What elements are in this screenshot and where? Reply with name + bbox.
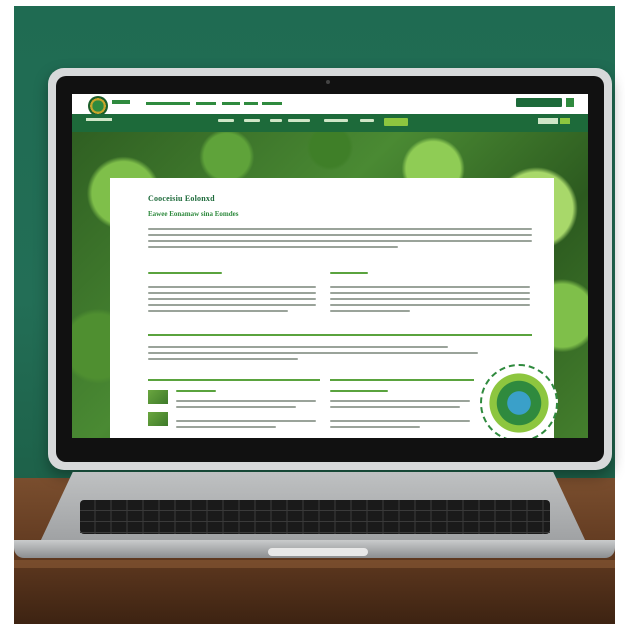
right-section-heading [330, 272, 368, 274]
webcam-icon [326, 80, 330, 84]
eco-badge-icon[interactable] [480, 364, 558, 438]
topbar-link-5[interactable] [262, 102, 282, 105]
intro-text-line [148, 352, 478, 354]
news-item-text [176, 426, 276, 428]
desk-edge [14, 560, 615, 568]
hero-title: Cooceisiu Eolonxd [148, 194, 215, 203]
laptop-opening-notch [268, 548, 368, 556]
hero-subtitle: Eawee Eonamaw sina Eomdes [148, 210, 239, 218]
right-col-text [330, 304, 530, 306]
intro-text-line [148, 346, 448, 348]
nav-cta-button[interactable] [384, 118, 408, 126]
left-col-text [148, 286, 316, 288]
news-item-title[interactable] [176, 390, 216, 392]
right-col-text [330, 292, 530, 294]
right-news-title[interactable] [330, 390, 388, 392]
left-col-text [148, 292, 316, 294]
right-news-text [330, 420, 470, 422]
bottom-right-divider [330, 379, 474, 381]
body-text-line [148, 246, 398, 248]
topbar-icon-button[interactable] [566, 98, 574, 107]
news-item-text [176, 406, 296, 408]
section-divider [148, 334, 532, 336]
right-news-text [330, 406, 460, 408]
body-text-line [148, 228, 532, 230]
leaf-seal-icon[interactable] [88, 96, 108, 116]
language-active[interactable] [560, 118, 570, 124]
left-col-text [148, 304, 316, 306]
nav-item-2[interactable] [244, 119, 260, 122]
topbar-link-2[interactable] [196, 102, 216, 105]
bottom-left-divider [148, 379, 320, 381]
right-col-text [330, 310, 410, 312]
nav-item-6[interactable] [360, 119, 374, 122]
body-text-line [148, 234, 532, 236]
topbar-link-3[interactable] [222, 102, 240, 105]
news-item-text [176, 400, 316, 402]
site-logo-text [112, 100, 130, 105]
right-news-text [330, 400, 470, 402]
right-col-text [330, 286, 530, 288]
laptop-screen: Cooceisiu Eolonxd Eawee Eonamaw sina Eom… [72, 94, 588, 438]
left-col-text [148, 298, 316, 300]
news-thumbnail[interactable] [148, 412, 168, 426]
topbar-link-4[interactable] [244, 102, 258, 105]
news-thumbnail[interactable] [148, 390, 168, 404]
left-col-text [148, 310, 288, 312]
left-section-heading [148, 272, 222, 274]
intro-text-line [148, 358, 298, 360]
nav-item-1[interactable] [218, 119, 234, 122]
language-switch[interactable] [538, 118, 558, 124]
topbar-cta-button[interactable] [516, 98, 562, 107]
topbar-link-1[interactable] [146, 102, 190, 105]
nav-item-5[interactable] [324, 119, 348, 122]
body-text-line [148, 240, 532, 242]
nav-item-3[interactable] [270, 119, 282, 122]
news-item-text [176, 420, 316, 422]
nav-item-4[interactable] [288, 119, 310, 122]
right-news-text [330, 426, 420, 428]
navbar-brand [86, 117, 112, 123]
right-col-text [330, 298, 530, 300]
site-navbar [72, 114, 588, 132]
laptop-keyboard [80, 500, 550, 534]
